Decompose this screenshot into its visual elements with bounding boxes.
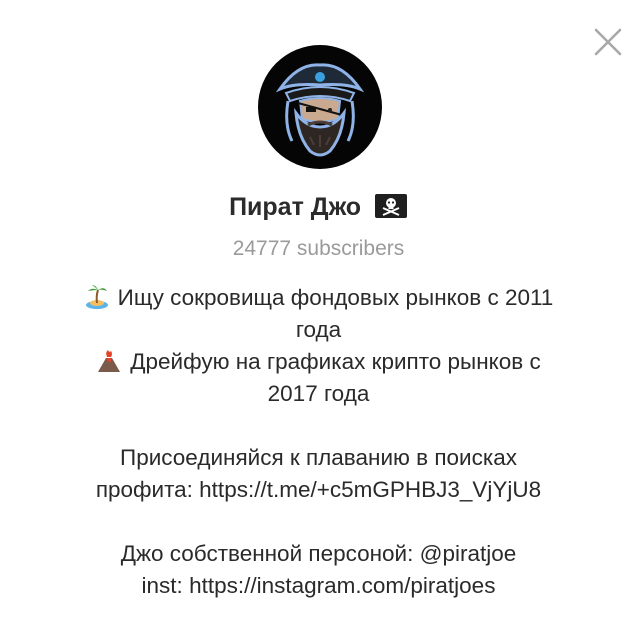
close-icon[interactable] <box>590 24 626 60</box>
bio-text: Ищу сокровища фондовых рынков с 2011 <box>117 285 554 310</box>
pirate-avatar-icon <box>275 63 365 157</box>
bio-link-line[interactable]: профита: https://t.me/+c5mGPHBJ3_VjYjU8 <box>30 474 607 506</box>
volcano-icon <box>98 350 121 372</box>
bio-mention-line[interactable]: Джо собственной персоной: @piratjoe <box>30 538 607 570</box>
pirate-flag-icon <box>374 194 407 218</box>
channel-avatar[interactable] <box>258 45 382 169</box>
channel-name: Пират Джо <box>229 193 361 221</box>
bio-line: 2017 года <box>267 381 370 406</box>
channel-title: Пират Джо <box>0 190 637 224</box>
close-button[interactable] <box>590 24 626 60</box>
bio-line: Ищу сокровища фондовых рынков с 2011 <box>30 282 607 314</box>
bio-text: Дрейфую на графиках крипто рынков с <box>130 349 541 374</box>
bio-line: Присоединяйся к плаванию в поисках <box>120 445 517 470</box>
bio-line: года <box>295 317 342 342</box>
bio-link-line[interactable]: inst: https://instagram.com/piratjoes <box>30 570 607 602</box>
bio-line: Дрейфую на графиках крипто рынков с <box>30 346 607 378</box>
channel-description: Ищу сокровища фондовых рынков с 2011 год… <box>30 282 607 602</box>
desert-island-icon <box>85 285 108 309</box>
subscriber-count: 24777 subscribers <box>232 237 405 260</box>
